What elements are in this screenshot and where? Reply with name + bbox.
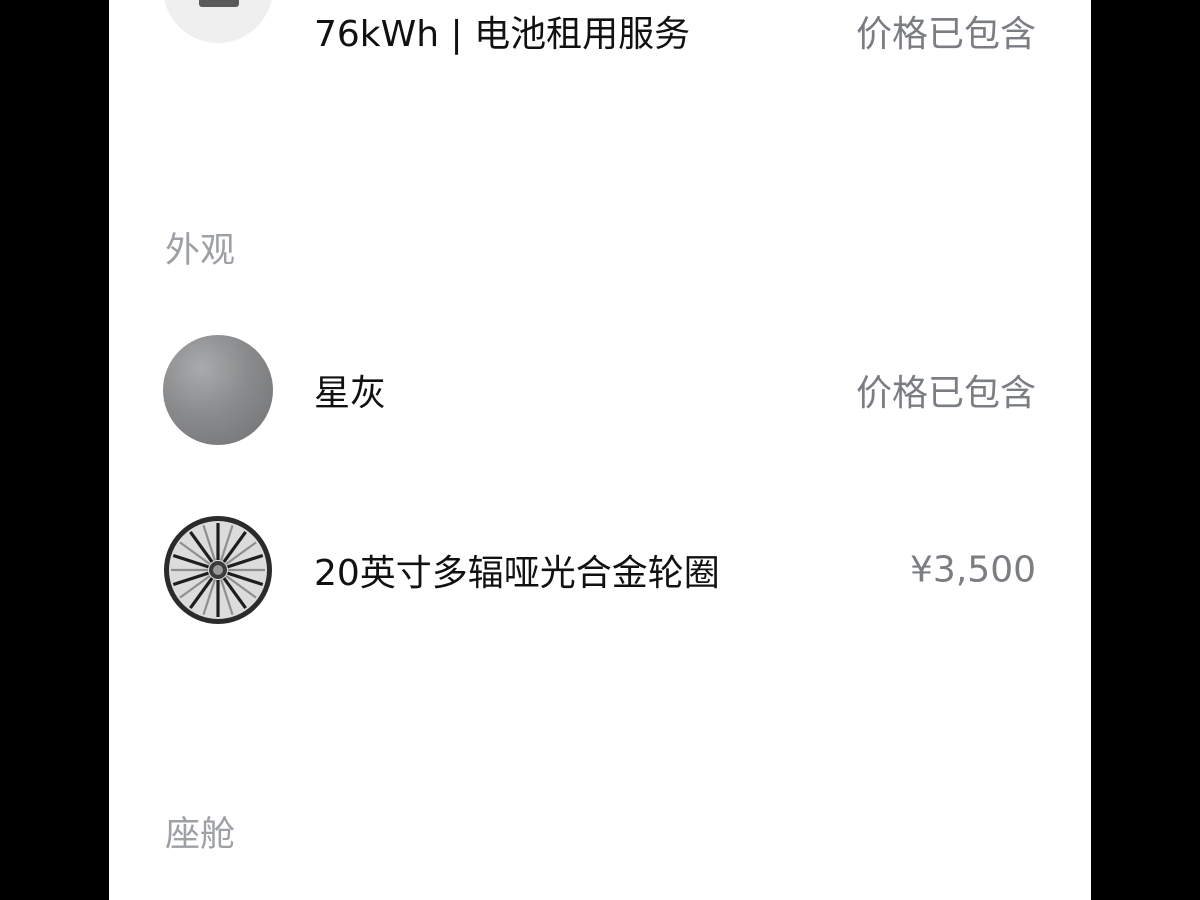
battery-thumbnail-icon: [163, 0, 273, 43]
wheel-option-row[interactable]: 20英寸多辐哑光合金轮圈 ¥3,500: [109, 515, 1091, 625]
battery-option-price: 价格已包含: [855, 14, 1036, 55]
config-summary-page: 76kWh | 电池租用服务 价格已包含 外观 星灰 价格已包含 20英寸多辐哑…: [109, 0, 1091, 900]
exterior-color-price: 价格已包含: [855, 373, 1036, 414]
section-title-cabin: 座舱: [165, 815, 236, 855]
exterior-color-name: 星灰: [314, 373, 387, 414]
battery-option-name: 76kWh | 电池租用服务: [314, 14, 691, 55]
wheel-option-name: 20英寸多辐哑光合金轮圈: [314, 553, 720, 594]
alloy-wheel-icon: [163, 515, 273, 625]
color-swatch-icon: [163, 335, 273, 445]
section-title-exterior: 外观: [165, 231, 236, 271]
battery-option-row[interactable]: 76kWh | 电池租用服务 价格已包含: [109, 0, 1091, 55]
wheel-option-price: ¥3,500: [910, 549, 1036, 591]
exterior-color-row[interactable]: 星灰 价格已包含: [109, 335, 1091, 445]
